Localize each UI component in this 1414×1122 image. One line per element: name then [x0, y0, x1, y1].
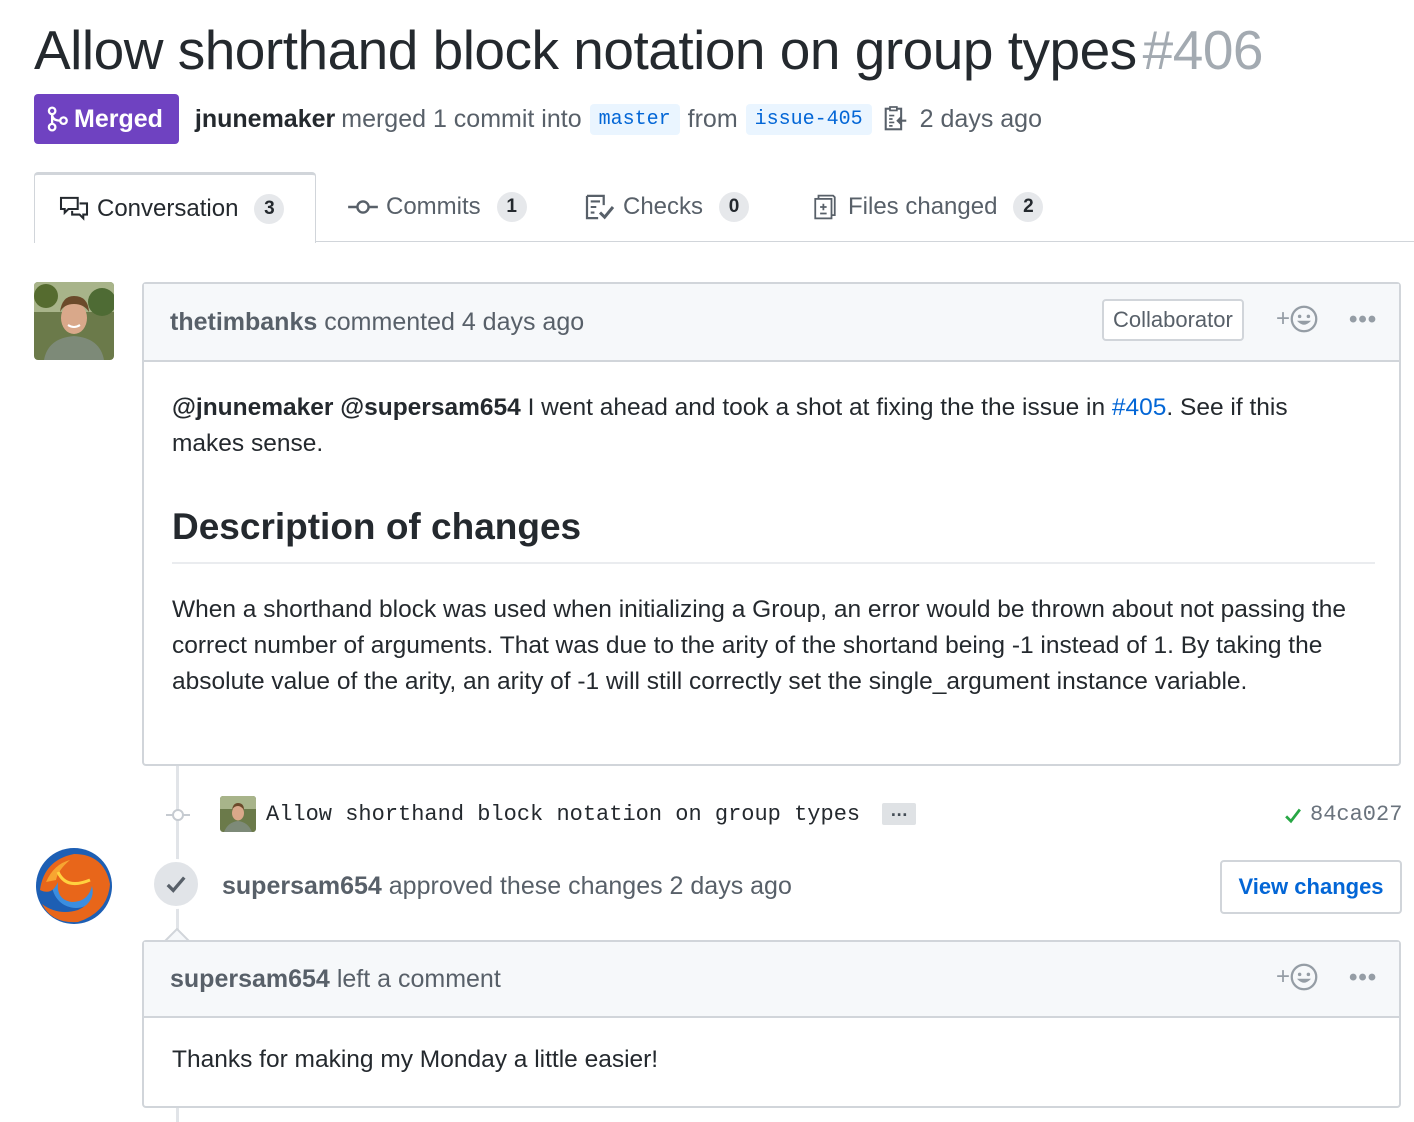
comment-box: thetimbanks commented 4 days ago Collabo… [142, 282, 1401, 766]
comment-menu-icon[interactable]: ••• [1349, 306, 1377, 334]
review-author[interactable]: supersam654 [222, 872, 382, 900]
commit-item: Allow shorthand block notation on group … [220, 796, 917, 832]
review-action: approved these changes 2 days ago [388, 872, 792, 900]
comment-intro-text: I went ahead and took a shot at fixing t… [520, 394, 1112, 421]
git-commit-icon [348, 200, 378, 214]
add-reaction-button[interactable]: + [1276, 963, 1318, 991]
tab-commits-count: 1 [496, 192, 527, 222]
tab-commits-label: Commits [386, 193, 481, 220]
tab-checks-label: Checks [623, 193, 704, 220]
merge-text: merged 1 commit into [341, 104, 582, 133]
comment-timestamp[interactable]: commented 4 days ago [324, 308, 584, 337]
copy-branch-icon[interactable] [884, 105, 908, 133]
tab-commits[interactable]: Commits 1 [348, 172, 527, 242]
smiley-icon [1290, 963, 1318, 991]
add-reaction-button[interactable]: + [1276, 305, 1318, 333]
description-heading: Description of changes [172, 506, 582, 547]
comment-menu-icon[interactable]: ••• [1349, 964, 1377, 992]
pr-tabs: Conversation 3 Commits 1 Checks 0 Files … [34, 172, 1414, 243]
merge-author-link[interactable]: jnunemaker [195, 105, 335, 134]
commit-message-link[interactable]: Allow shorthand block notation on group … [266, 802, 860, 827]
check-icon[interactable] [1282, 804, 1304, 826]
comment-header: thetimbanks commented 4 days ago Collabo… [144, 284, 1399, 362]
pr-title: Allow shorthand block notation on group … [34, 18, 1264, 82]
comment-discussion-icon [59, 196, 89, 221]
tab-checks[interactable]: Checks 0 [585, 172, 750, 242]
issue-link[interactable]: #405 [1112, 394, 1167, 421]
commit-sha-link[interactable]: 84ca027 [1310, 802, 1402, 827]
comment-action: left a comment [336, 964, 501, 993]
collaborator-badge: Collaborator [1102, 299, 1244, 341]
check-icon [166, 876, 186, 893]
git-commit-icon [166, 809, 190, 821]
review-comment-box: supersam654 left a comment + ••• Thanks … [142, 940, 1401, 1108]
pr-number: #406 [1142, 19, 1264, 81]
reaction-plus: + [1276, 305, 1291, 332]
review-comment-body: Thanks for making my Monday a little eas… [172, 1046, 659, 1073]
comment-body-intro: @jnunemaker @supersam654 I went ahead an… [172, 390, 1352, 462]
tab-files-changed[interactable]: Files changed 2 [810, 172, 1044, 242]
merge-time: 2 days ago [919, 104, 1042, 133]
mention-supersam654[interactable]: @supersam654 [340, 394, 521, 421]
pr-title-text: Allow shorthand block notation on group … [34, 19, 1137, 81]
merged-status-label: Merged [74, 104, 163, 133]
pr-meta: Merged jnunemaker merged 1 commit into m… [34, 94, 1042, 144]
view-changes-button[interactable]: View changes [1220, 860, 1402, 914]
approved-badge [151, 859, 201, 909]
comment-author[interactable]: supersam654 [170, 965, 330, 994]
tab-files-changed-count: 2 [1013, 192, 1044, 222]
tab-checks-count: 0 [719, 192, 750, 222]
avatar[interactable] [34, 282, 114, 360]
tab-conversation-count: 3 [254, 194, 285, 224]
smiley-icon [1290, 305, 1318, 333]
avatar[interactable] [220, 796, 256, 832]
reaction-plus: + [1276, 963, 1291, 990]
comment-header: supersam654 left a comment + ••• [144, 942, 1399, 1018]
checklist-icon [585, 194, 615, 220]
tab-files-changed-label: Files changed [848, 193, 998, 220]
tab-conversation[interactable]: Conversation 3 [34, 172, 316, 243]
base-branch[interactable]: master [589, 103, 680, 135]
avatar[interactable] [34, 846, 114, 926]
review-summary: supersam654 approved these changes 2 day… [222, 872, 792, 901]
git-merge-icon [47, 106, 68, 132]
mention-jnunemaker[interactable]: @jnunemaker [172, 394, 333, 421]
avatar-supersam654 [36, 848, 112, 924]
description-paragraph: When a shorthand block was used when ini… [172, 596, 1346, 695]
head-branch[interactable]: issue-405 [745, 103, 872, 135]
commit-expand-button[interactable]: … [882, 801, 917, 825]
commit-sha-group: 84ca027 [1282, 802, 1402, 827]
from-text: from [687, 104, 738, 133]
comment-author[interactable]: thetimbanks [170, 308, 317, 337]
avatar-thetimbanks [34, 282, 114, 360]
merged-status-badge: Merged [34, 94, 179, 144]
diff-icon [814, 194, 836, 220]
tab-conversation-label: Conversation [97, 195, 239, 222]
heading-divider [172, 562, 1375, 564]
